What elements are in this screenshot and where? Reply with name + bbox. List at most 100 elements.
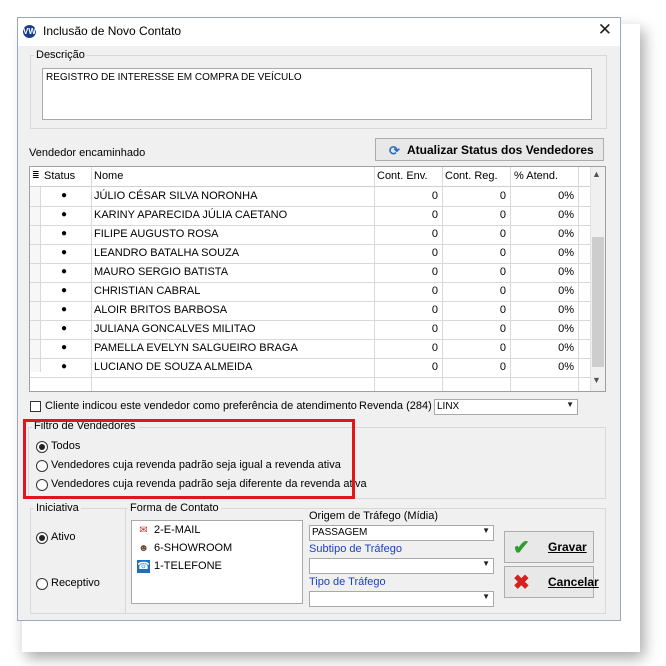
close-icon[interactable]: ✕	[598, 20, 612, 40]
app-logo-icon: VW	[23, 25, 36, 38]
email-icon: ✉	[139, 525, 148, 536]
descricao-textarea[interactable]: REGISTRO DE INTERESSE EM COMPRA DE VEÍCU…	[42, 68, 592, 120]
status-dot-icon: ●	[61, 228, 68, 239]
table-row[interactable]: ● JÚLIO CÉSAR SILVA NORONHA 0 0 0%	[30, 187, 591, 207]
revenda-select[interactable]: LINX ▼	[434, 399, 578, 415]
cell-atend: 0%	[558, 190, 574, 202]
scroll-down-icon[interactable]: ▼	[592, 375, 601, 385]
update-status-label: Atualizar Status dos Vendedores	[407, 143, 594, 157]
cell-atend: 0%	[558, 285, 574, 297]
cell-cont-env: 0	[431, 285, 438, 297]
title-bar: VW Inclusão de Novo Contato ✕	[18, 18, 620, 46]
ativo-radio[interactable]	[36, 532, 48, 544]
vendedores-table[interactable]: ≣ Status Nome Cont. Env. Cont. Reg. % At…	[29, 166, 606, 392]
cell-nome: JÚLIO CÉSAR SILVA NORONHA	[94, 190, 258, 202]
tipo-label: Tipo de Tráfego	[309, 576, 386, 588]
update-status-button[interactable]: ⟳ Atualizar Status dos Vendedores	[375, 138, 604, 161]
cell-nome: JULIANA GONCALVES MILITAO	[94, 323, 256, 335]
chevron-down-icon: ▼	[482, 559, 490, 568]
col-divider	[91, 167, 92, 391]
descricao-label: Descrição	[34, 49, 87, 61]
subtipo-label: Subtipo de Tráfego	[309, 543, 402, 555]
cell-atend: 0%	[558, 247, 574, 259]
col-divider	[578, 167, 579, 391]
receptivo-radio[interactable]	[36, 578, 48, 590]
cell-atend: 0%	[558, 228, 574, 240]
table-row[interactable]: ● PAMELLA EVELYN SALGUEIRO BRAGA 0 0 0%	[30, 339, 591, 359]
col-atend[interactable]: % Atend.	[514, 170, 558, 182]
col-status[interactable]: Status	[44, 170, 75, 182]
cell-cont-reg: 0	[499, 266, 506, 278]
receptivo-label: Receptivo	[51, 577, 100, 589]
cell-atend: 0%	[558, 209, 574, 221]
ativo-label: Ativo	[51, 531, 76, 543]
person-icon: ☻	[138, 543, 149, 554]
cell-atend: 0%	[558, 304, 574, 316]
cell-cont-reg: 0	[499, 361, 506, 373]
cell-nome: ALOIR BRITOS BARBOSA	[94, 304, 228, 316]
origem-label: Origem de Tráfego (Mídia)	[309, 510, 438, 522]
tipo-select[interactable]: ▼	[309, 591, 494, 607]
status-dot-icon: ●	[61, 266, 68, 277]
iniciativa-group	[30, 508, 126, 614]
status-dot-icon: ●	[61, 304, 68, 315]
table-row[interactable]: ● LEANDRO BATALHA SOUZA 0 0 0%	[30, 244, 591, 264]
cell-nome: PAMELLA EVELYN SALGUEIRO BRAGA	[94, 342, 298, 354]
cell-nome: LUCIANO DE SOUZA ALMEIDA	[94, 361, 253, 373]
cell-cont-reg: 0	[499, 247, 506, 259]
cell-cont-reg: 0	[499, 285, 506, 297]
cell-nome: LEANDRO BATALHA SOUZA	[94, 247, 240, 259]
col-divider	[374, 167, 375, 391]
cell-cont-reg: 0	[499, 323, 506, 335]
col-cont-reg[interactable]: Cont. Reg.	[445, 170, 498, 182]
cell-atend: 0%	[558, 361, 574, 373]
forma-contato-list[interactable]: ✉ 2-E-MAIL ☻ 6-SHOWROOM ☎ 1-TELEFONE	[131, 520, 303, 604]
subtipo-select[interactable]: ▼	[309, 558, 494, 574]
list-item-label: 2-E-MAIL	[154, 524, 201, 536]
cell-cont-env: 0	[431, 323, 438, 335]
cell-cont-env: 0	[431, 247, 438, 259]
checkmark-icon: ✔	[513, 537, 530, 559]
cancel-button[interactable]: ✖ Cancelar	[504, 566, 599, 598]
table-row[interactable]: ● KARINY APARECIDA JÚLIA CAETANO 0 0 0%	[30, 206, 591, 226]
table-row[interactable]: ● MAURO SERGIO BATISTA 0 0 0%	[30, 263, 591, 283]
column-menu-icon[interactable]: ≣	[32, 170, 40, 181]
status-dot-icon: ●	[61, 190, 68, 201]
cell-cont-reg: 0	[499, 228, 506, 240]
cell-nome: FILIPE AUGUSTO ROSA	[94, 228, 219, 240]
vertical-scrollbar[interactable]: ▲ ▼	[590, 167, 605, 391]
save-button[interactable]: ✔ Gravar	[504, 531, 594, 563]
table-row[interactable]: ● FILIPE AUGUSTO ROSA 0 0 0%	[30, 225, 591, 245]
col-nome[interactable]: Nome	[94, 170, 123, 182]
scroll-up-icon[interactable]: ▲	[592, 169, 601, 179]
status-dot-icon: ●	[61, 209, 68, 220]
status-dot-icon: ●	[61, 323, 68, 334]
table-row[interactable]: ● ALOIR BRITOS BARBOSA 0 0 0%	[30, 301, 591, 321]
origem-select[interactable]: PASSAGEM ▼	[309, 525, 494, 541]
chevron-down-icon: ▼	[566, 400, 574, 409]
cancel-label: Cancelar	[548, 575, 599, 589]
preferencia-checkbox[interactable]	[30, 401, 41, 412]
cell-atend: 0%	[558, 323, 574, 335]
cell-cont-env: 0	[431, 228, 438, 240]
col-divider	[510, 167, 511, 391]
refresh-icon: ⟳	[389, 143, 400, 158]
col-cont-env[interactable]: Cont. Env.	[377, 170, 428, 182]
dialog-window: VW Inclusão de Novo Contato ✕ Descrição …	[17, 17, 621, 621]
status-dot-icon: ●	[61, 285, 68, 296]
chevron-down-icon: ▼	[482, 526, 490, 535]
cell-cont-env: 0	[431, 209, 438, 221]
list-item-label: 1-TELEFONE	[154, 560, 222, 572]
cell-nome: CHRISTIAN CABRAL	[94, 285, 201, 297]
cell-cont-reg: 0	[499, 342, 506, 354]
table-row[interactable]: ● CHRISTIAN CABRAL 0 0 0%	[30, 282, 591, 302]
status-dot-icon: ●	[61, 361, 68, 372]
cell-cont-reg: 0	[499, 190, 506, 202]
chevron-down-icon: ▼	[482, 592, 490, 601]
table-row[interactable]: ● JULIANA GONCALVES MILITAO 0 0 0%	[30, 320, 591, 340]
list-item-label: 6-SHOWROOM	[154, 542, 233, 554]
cell-atend: 0%	[558, 266, 574, 278]
scrollbar-thumb[interactable]	[592, 237, 604, 367]
highlight-box	[23, 419, 355, 499]
table-row[interactable]: ● LUCIANO DE SOUZA ALMEIDA 0 0 0%	[30, 358, 591, 378]
